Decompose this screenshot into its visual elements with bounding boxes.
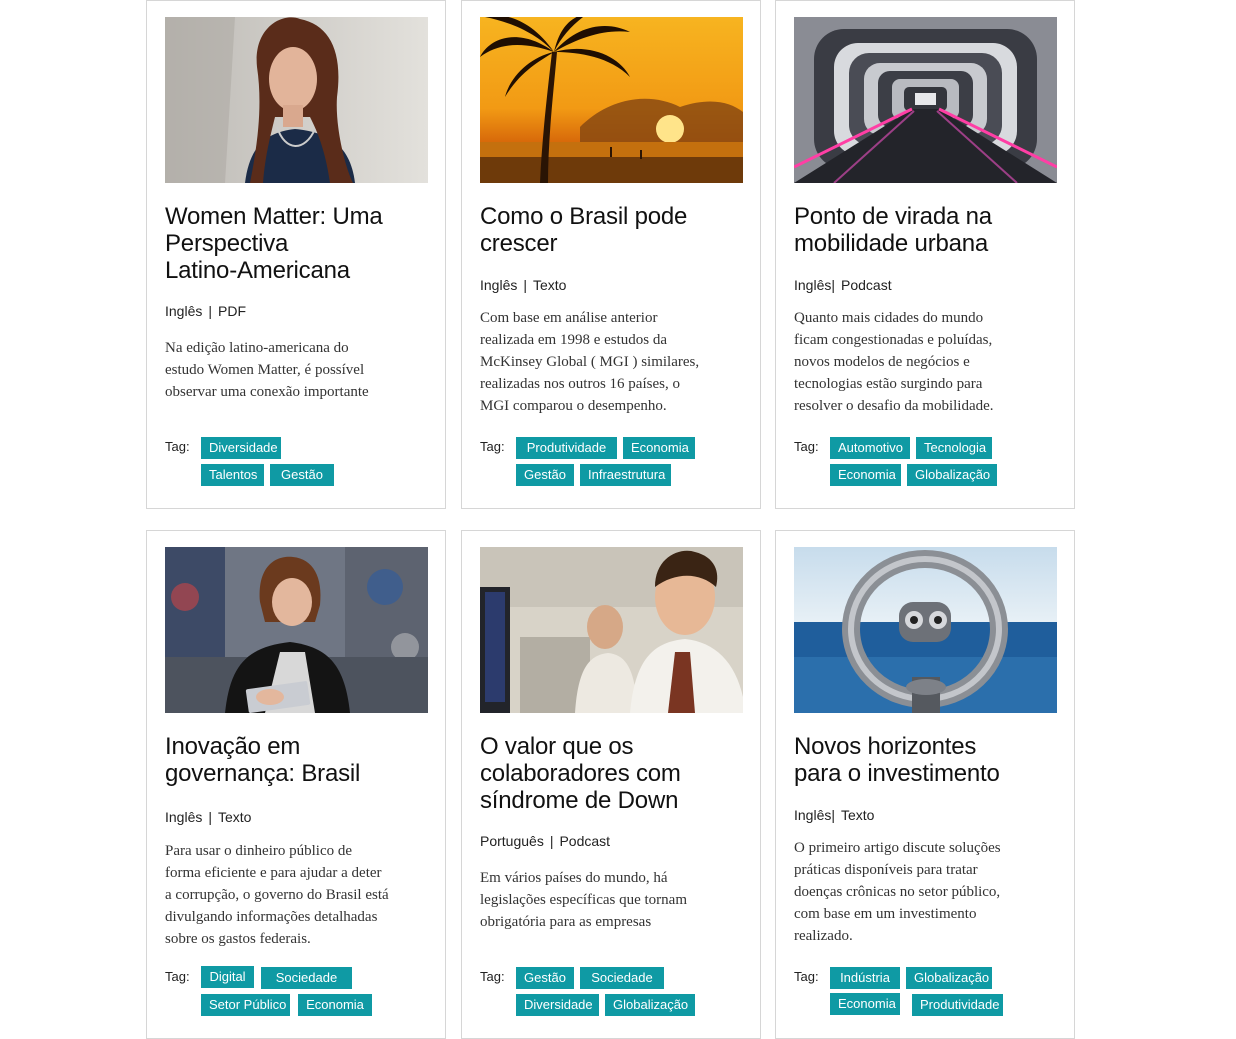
article-description: Quanto mais cidades do mundo ficam conges… <box>794 310 994 414</box>
tag-button[interactable]: Economia <box>830 993 900 1015</box>
tag-button[interactable]: Indústria <box>830 967 900 989</box>
tag-button[interactable]: Setor Público <box>201 994 290 1016</box>
tag-button[interactable]: Produtividade <box>912 994 1003 1016</box>
tag-button[interactable]: Digital <box>201 966 254 988</box>
tag-button[interactable]: Gestão <box>516 464 574 486</box>
article-image-office-worker[interactable] <box>480 547 743 713</box>
meta-separator: | <box>523 277 527 293</box>
tag-button[interactable]: Globalização <box>907 464 997 486</box>
article-image-tunnel-walkway[interactable] <box>794 17 1057 183</box>
tag-label: Tag: <box>165 969 190 984</box>
format-label: Texto <box>218 809 252 825</box>
language-label: Inglês <box>165 303 203 319</box>
article-description: Na edição latino-americana do estudo Wome… <box>165 340 369 400</box>
tag-button[interactable]: Diversidade <box>516 994 599 1016</box>
language-label: Inglês <box>794 277 832 293</box>
tag-label: Tag: <box>165 439 190 454</box>
tag-button[interactable]: Economia <box>298 994 372 1016</box>
tag-button[interactable]: Economia <box>623 437 695 459</box>
article-title[interactable]: O valor que os colaboradores com síndrome … <box>480 733 742 814</box>
article-meta: Português | Podcast <box>480 833 610 849</box>
article-meta: Inglês | Texto <box>480 277 566 293</box>
tag-button[interactable]: Sociedade <box>580 967 664 989</box>
article-card-brasil-crescer[interactable]: Como o Brasil pode crescer Inglês | Texto C… <box>461 0 761 509</box>
format-label: PDF <box>218 303 246 319</box>
article-title[interactable]: Como o Brasil pode crescer <box>480 203 742 257</box>
article-image-palm-sunset[interactable] <box>480 17 743 183</box>
tag-label: Tag: <box>480 439 505 454</box>
article-meta: Inglês | PDF <box>165 303 246 319</box>
meta-separator: | <box>208 809 212 825</box>
article-card-novos-horizontes[interactable]: Novos horizontes para o investimento Ingl… <box>775 530 1075 1039</box>
article-description: Para usar o dinheiro público de forma efi… <box>165 843 389 947</box>
tag-button[interactable]: Produtividade <box>516 437 617 459</box>
article-card-sindrome-down[interactable]: O valor que os colaboradores com síndrome … <box>461 530 761 1039</box>
article-meta: Inglês| Texto <box>794 807 874 823</box>
article-meta: Inglês | Texto <box>165 809 251 825</box>
article-card-mobilidade-urbana[interactable]: Ponto de virada na mobilidade urbana Ingl… <box>775 0 1075 509</box>
tag-button[interactable]: Infraestrutura <box>580 464 671 486</box>
tag-label: Tag: <box>794 439 819 454</box>
article-image-woman-tablet[interactable] <box>165 547 428 713</box>
language-label: Inglês <box>165 809 203 825</box>
article-title[interactable]: Women Matter: Uma Perspectiva Latino-Ameri… <box>165 203 427 284</box>
article-description: Em vários países do mundo, há legislações… <box>480 870 687 930</box>
tag-button[interactable]: Diversidade <box>201 437 281 459</box>
language-label: Inglês <box>794 807 832 823</box>
tag-label: Tag: <box>794 969 819 984</box>
article-description: O primeiro artigo discute soluções prátic… <box>794 840 1001 944</box>
article-image-binocular-viewer[interactable] <box>794 547 1057 713</box>
article-title[interactable]: Inovação em governança: Brasil <box>165 733 427 787</box>
tag-button[interactable]: Globalização <box>605 994 695 1016</box>
format-label: Podcast <box>841 277 892 293</box>
meta-separator: | <box>549 833 554 849</box>
language-label: Português <box>480 833 544 849</box>
article-card-women-matter[interactable]: Women Matter: Uma Perspectiva Latino-Ameri… <box>146 0 446 509</box>
tag-button[interactable]: Automotivo <box>830 437 910 459</box>
format-label: Texto <box>841 807 875 823</box>
meta-separator: | <box>208 303 212 319</box>
tag-button[interactable]: Globalização <box>906 967 992 989</box>
article-meta: Inglês| Podcast <box>794 277 892 293</box>
format-label: Podcast <box>559 833 611 849</box>
article-image-woman-portrait[interactable] <box>165 17 428 183</box>
tag-label: Tag: <box>480 969 505 984</box>
meta-separator: | <box>831 277 835 293</box>
format-label: Texto <box>533 277 567 293</box>
language-label: Inglês <box>480 277 518 293</box>
article-title[interactable]: Ponto de virada na mobilidade urbana <box>794 203 1056 257</box>
article-description: Com base em análise anterior realizada em… <box>480 310 700 414</box>
meta-separator: | <box>831 807 835 823</box>
tag-button[interactable]: Gestão <box>270 464 334 486</box>
article-card-inovacao-governanca[interactable]: Inovação em governança: Brasil Inglês | Tex… <box>146 530 446 1039</box>
tag-button[interactable]: Gestão <box>516 967 574 989</box>
tag-button[interactable]: Tecnologia <box>916 437 992 459</box>
article-title[interactable]: Novos horizontes para o investimento <box>794 733 1056 787</box>
tag-button[interactable]: Talentos <box>201 464 264 486</box>
tag-button[interactable]: Economia <box>830 464 901 486</box>
tag-button[interactable]: Sociedade <box>261 967 352 989</box>
